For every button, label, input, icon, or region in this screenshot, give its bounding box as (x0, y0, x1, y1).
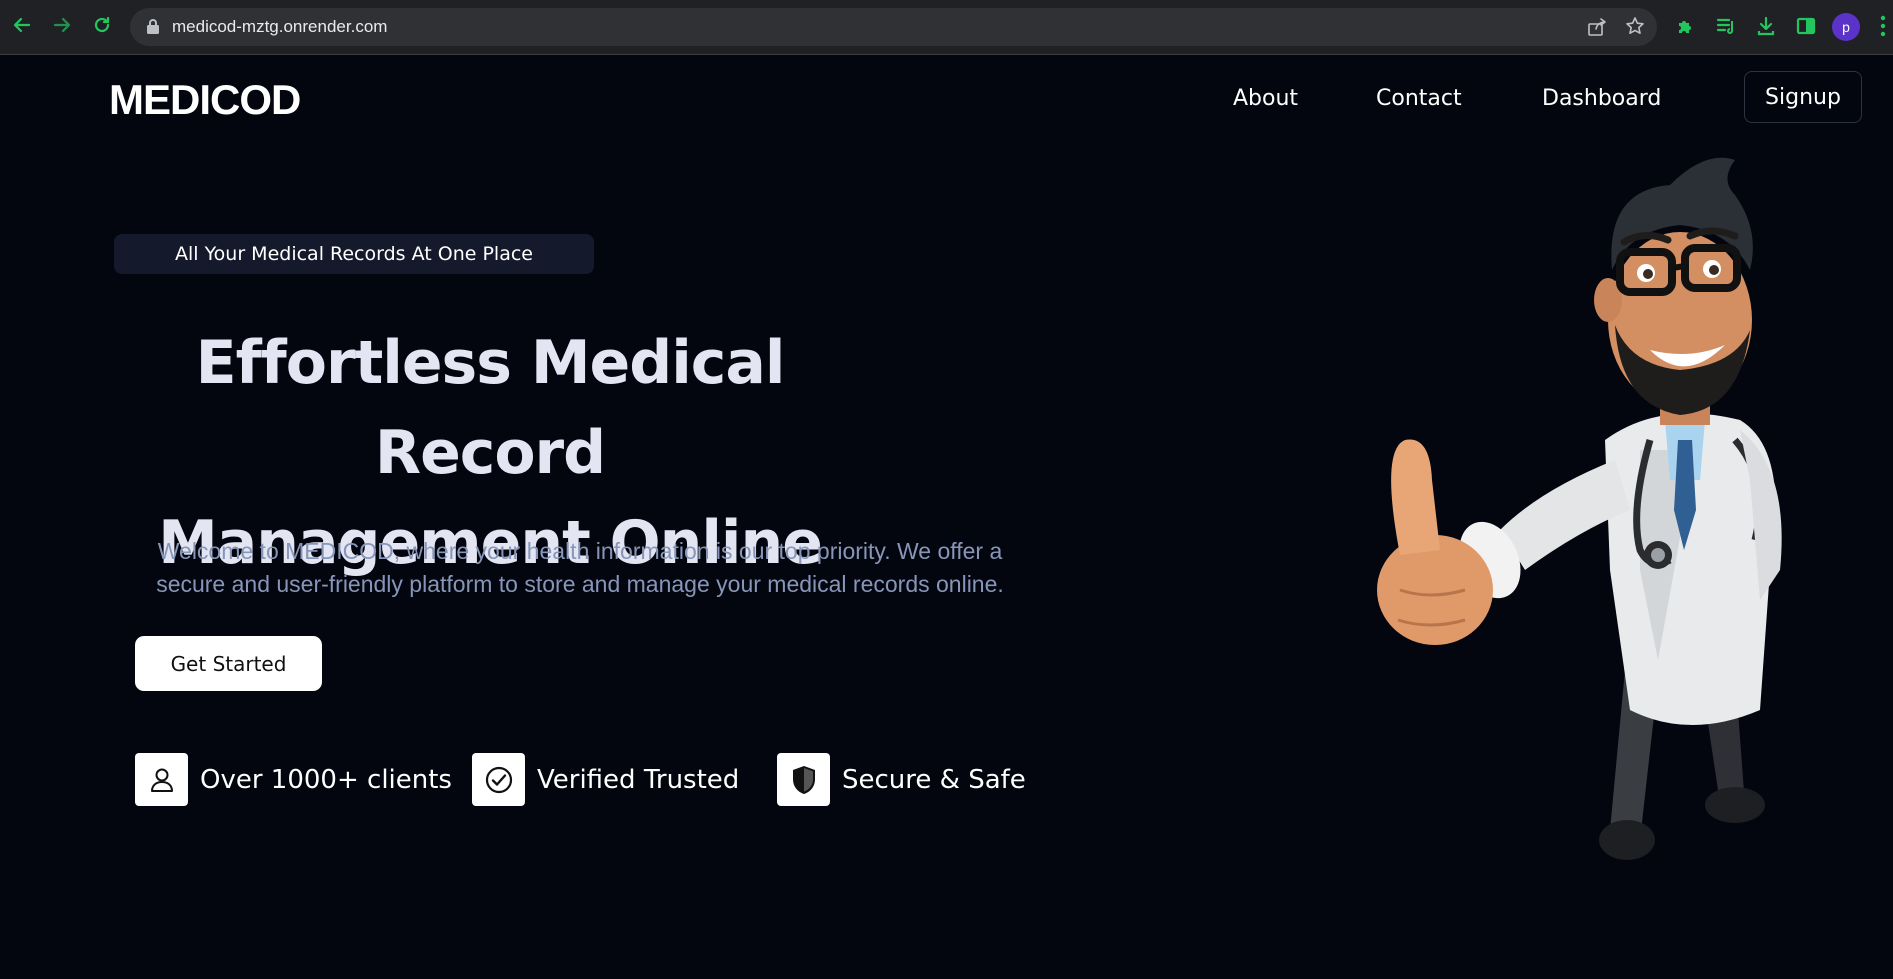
back-arrow-icon[interactable] (8, 11, 36, 39)
get-started-button[interactable]: Get Started (135, 636, 322, 691)
hero-intro-text: Welcome to MEDICOD, where your health in… (120, 535, 1040, 601)
star-icon[interactable] (1625, 16, 1645, 40)
nav-dashboard-link[interactable]: Dashboard (1542, 86, 1661, 111)
reload-icon[interactable] (88, 11, 116, 39)
address-bar[interactable]: medicod-mztg.onrender.com (130, 8, 1657, 46)
avatar[interactable]: p (1832, 13, 1860, 41)
forward-arrow-icon[interactable] (48, 11, 76, 39)
share-icon[interactable] (1587, 17, 1607, 41)
user-icon (135, 753, 188, 806)
nav-about-link[interactable]: About (1233, 86, 1298, 111)
feature-label: Secure & Safe (842, 764, 1026, 795)
puzzle-extension-icon[interactable] (1673, 13, 1699, 39)
more-menu-icon[interactable] (1880, 14, 1886, 42)
download-icon[interactable] (1753, 13, 1779, 39)
intro-line-2: secure and user-friendly platform to sto… (156, 571, 1004, 597)
check-circle-icon (472, 753, 525, 806)
feature-secure: Secure & Safe (777, 753, 1026, 806)
browser-toolbar: medicod-mztg.onrender.com p (0, 0, 1893, 55)
signup-button[interactable]: Signup (1744, 71, 1862, 123)
site-logo[interactable]: MEDICOD (109, 76, 301, 124)
feature-clients: Over 1000+ clients (135, 753, 452, 806)
nav-contact-link[interactable]: Contact (1376, 86, 1462, 111)
url-text[interactable]: medicod-mztg.onrender.com (172, 17, 387, 37)
side-panel-icon[interactable] (1793, 13, 1819, 39)
media-queue-icon[interactable] (1713, 13, 1739, 39)
lock-icon[interactable] (146, 18, 160, 39)
feature-label: Verified Trusted (537, 764, 740, 795)
feature-label: Over 1000+ clients (200, 764, 452, 795)
headline-line-1: Effortless Medical Record (195, 328, 786, 488)
tagline-badge: All Your Medical Records At One Place (114, 234, 594, 274)
intro-line-1: Welcome to MEDICOD, where your health in… (157, 538, 1003, 564)
shield-icon (777, 753, 830, 806)
feature-verified: Verified Trusted (472, 753, 739, 806)
doctor-illustration (1377, 157, 1782, 860)
